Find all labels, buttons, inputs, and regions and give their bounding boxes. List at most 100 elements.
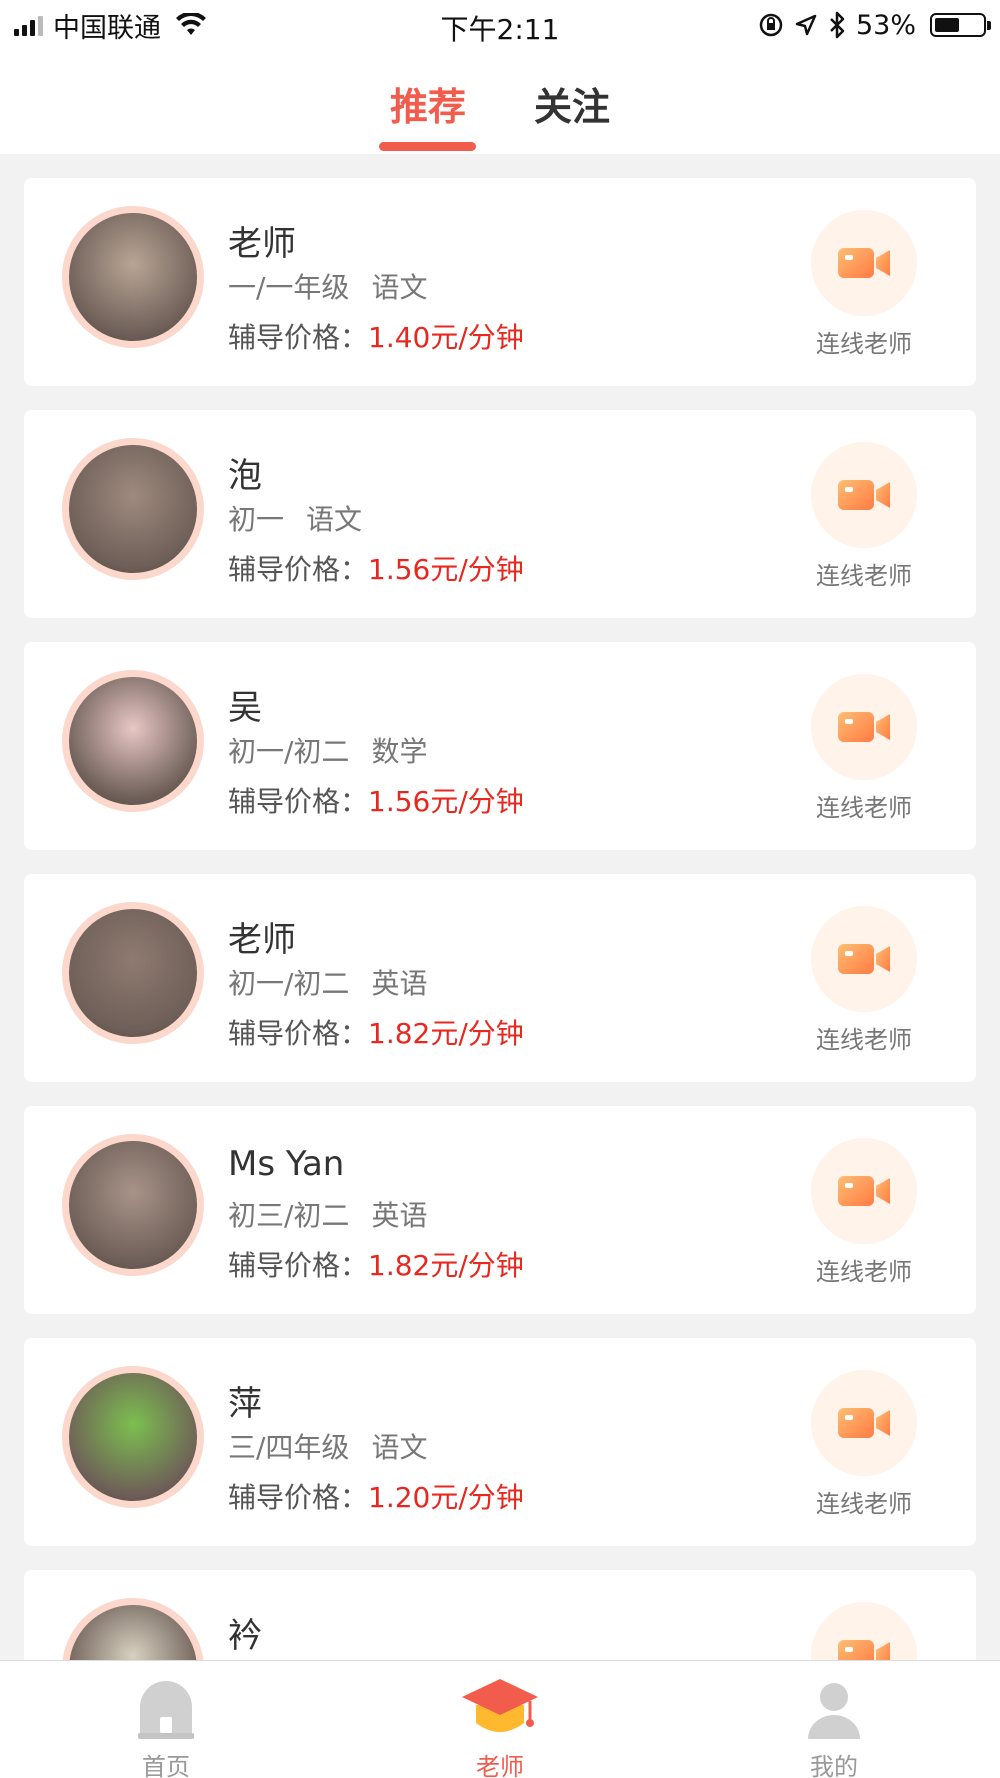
home-icon xyxy=(138,1681,194,1739)
bluetooth-icon xyxy=(830,11,845,39)
teacher-price-row: 辅导价格：1.56元/分钟 xyxy=(228,548,524,588)
teacher-subject: 语文 xyxy=(371,1431,428,1464)
teacher-grade: 初三/初二 xyxy=(228,1199,350,1232)
teacher-card[interactable]: 泡初一 语文 辅导价格：1.56元/分钟 连线老师 xyxy=(24,410,976,618)
tab-recommend[interactable]: 推荐 xyxy=(390,76,466,131)
top-tab-bar: 推荐 关注 xyxy=(0,50,1000,154)
nav-teacher-label: 老师 xyxy=(476,1753,524,1778)
avatar-photo xyxy=(69,213,197,341)
teacher-card[interactable]: 萍三/四年级 语文 辅导价格：1.20元/分钟 连线老师 xyxy=(24,1338,976,1546)
teacher-subject: 语文 xyxy=(306,503,363,536)
teacher-name: 泡 xyxy=(228,456,262,496)
teacher-grade-subject: 初三/初二 英语 xyxy=(228,1194,427,1234)
nav-teacher[interactable]: 老师 xyxy=(420,1671,580,1778)
price-label: 辅导价格： xyxy=(228,1249,369,1282)
nav-home-label: 首页 xyxy=(142,1753,190,1778)
teacher-subject: 英语 xyxy=(371,1199,428,1232)
teacher-card[interactable]: 老师 一/一年级 语文 辅导价格：1.40元/分钟 连线老师 xyxy=(24,178,976,386)
nav-home[interactable]: 首页 xyxy=(86,1671,246,1778)
teacher-grade: 初一/初二 xyxy=(228,735,350,768)
rotation-lock-icon xyxy=(759,13,783,37)
teacher-price-row: 辅导价格：1.20元/分钟 xyxy=(228,1476,524,1516)
teacher-price-row: 辅导价格：1.56元/分钟 xyxy=(228,780,524,820)
connect-circle xyxy=(811,1138,917,1244)
location-icon xyxy=(795,14,817,36)
teacher-name: 吴 xyxy=(228,688,262,728)
teacher-price-row: 辅导价格：1.82元/分钟 xyxy=(228,1012,524,1052)
connect-teacher-button[interactable]: 连线老师 xyxy=(794,210,934,359)
connect-teacher-label: 连线老师 xyxy=(816,1490,912,1518)
price-label: 辅导价格： xyxy=(228,1017,369,1050)
teacher-grade: 一/一年级 xyxy=(228,271,350,304)
avatar-photo xyxy=(69,1141,197,1269)
connect-teacher-label: 连线老师 xyxy=(816,1026,912,1054)
video-camera-icon xyxy=(838,480,890,510)
bottom-nav: 首页 老师 我的 xyxy=(0,1660,1000,1778)
tab-follow[interactable]: 关注 xyxy=(534,76,610,131)
teacher-avatar[interactable] xyxy=(62,902,204,1044)
teacher-grade-subject: 初一/初二 英语 xyxy=(228,962,427,1002)
teacher-subject: 数学 xyxy=(371,735,428,768)
teacher-list: 老师 一/一年级 语文 辅导价格：1.40元/分钟 连线老师泡初一 语文 辅导价格：1.56… xyxy=(24,178,976,1778)
status-right: 53% xyxy=(758,8,991,42)
teacher-grade: 初一 xyxy=(228,503,285,536)
teacher-grade: 初一/初二 xyxy=(228,967,350,1000)
connect-teacher-label: 连线老师 xyxy=(816,562,912,590)
connect-teacher-button[interactable]: 连线老师 xyxy=(794,1138,934,1287)
price-value: 1.82元/分钟 xyxy=(368,1017,524,1050)
price-value: 1.40元/分钟 xyxy=(368,321,524,354)
status-bar: 中国联通 下午2:11 53% xyxy=(0,0,1000,50)
nav-mine[interactable]: 我的 xyxy=(754,1671,914,1778)
teacher-avatar[interactable] xyxy=(62,438,204,580)
teacher-subject: 语文 xyxy=(371,271,428,304)
video-camera-icon xyxy=(838,712,890,742)
teacher-card[interactable]: 吴初一/初二 数学 辅导价格：1.56元/分钟 连线老师 xyxy=(24,642,976,850)
teacher-name: 萍 xyxy=(228,1384,262,1424)
teacher-subject: 英语 xyxy=(371,967,428,1000)
nav-mine-label: 我的 xyxy=(810,1753,858,1778)
battery-percent: 53% xyxy=(855,9,916,41)
video-camera-icon xyxy=(838,1408,890,1438)
connect-circle xyxy=(811,674,917,780)
teacher-card[interactable]: 老师 初一/初二 英语 辅导价格：1.82元/分钟 连线老师 xyxy=(24,874,976,1082)
teacher-name: 衿 xyxy=(228,1616,262,1656)
teacher-card[interactable]: Ms Yan 初三/初二 英语 辅导价格：1.82元/分钟 连线老师 xyxy=(24,1106,976,1314)
teacher-grade-subject: 三/四年级 语文 xyxy=(228,1426,427,1466)
connect-teacher-button[interactable]: 连线老师 xyxy=(794,442,934,591)
teacher-price-row: 辅导价格：1.82元/分钟 xyxy=(228,1244,524,1284)
teacher-avatar[interactable] xyxy=(62,1134,204,1276)
video-camera-icon xyxy=(838,1176,890,1206)
teacher-avatar[interactable] xyxy=(62,670,204,812)
teacher-grade-subject: 一/一年级 语文 xyxy=(228,266,427,306)
connect-teacher-label: 连线老师 xyxy=(816,794,912,822)
teacher-grade-subject: 初一 语文 xyxy=(228,498,362,538)
avatar-photo xyxy=(69,909,197,1037)
teacher-grade: 三/四年级 xyxy=(228,1431,350,1464)
connect-teacher-button[interactable]: 连线老师 xyxy=(794,1370,934,1519)
price-value: 1.20元/分钟 xyxy=(368,1481,524,1514)
connect-teacher-button[interactable]: 连线老师 xyxy=(794,674,934,823)
price-label: 辅导价格： xyxy=(228,1481,369,1514)
connect-teacher-label: 连线老师 xyxy=(816,330,912,358)
teacher-name: 老师 xyxy=(228,224,296,264)
video-camera-icon xyxy=(838,248,890,278)
active-tab-indicator xyxy=(379,142,476,151)
teacher-avatar[interactable] xyxy=(62,1366,204,1508)
price-label: 辅导价格： xyxy=(228,553,369,586)
teacher-price-row: 辅导价格：1.40元/分钟 xyxy=(228,316,524,356)
connect-circle xyxy=(811,442,917,548)
video-camera-icon xyxy=(838,944,890,974)
price-value: 1.56元/分钟 xyxy=(368,785,524,818)
price-label: 辅导价格： xyxy=(228,785,369,818)
price-value: 1.82元/分钟 xyxy=(368,1249,524,1282)
connect-teacher-label: 连线老师 xyxy=(816,1258,912,1286)
graduation-cap-icon xyxy=(462,1679,538,1732)
price-label: 辅导价格： xyxy=(228,321,369,354)
connect-teacher-button[interactable]: 连线老师 xyxy=(794,906,934,1055)
teacher-avatar[interactable] xyxy=(62,206,204,348)
avatar-photo xyxy=(69,677,197,805)
connect-circle xyxy=(811,1370,917,1476)
teacher-name: Ms Yan xyxy=(228,1144,345,1184)
connect-circle xyxy=(811,210,917,316)
teacher-name: 老师 xyxy=(228,920,296,960)
